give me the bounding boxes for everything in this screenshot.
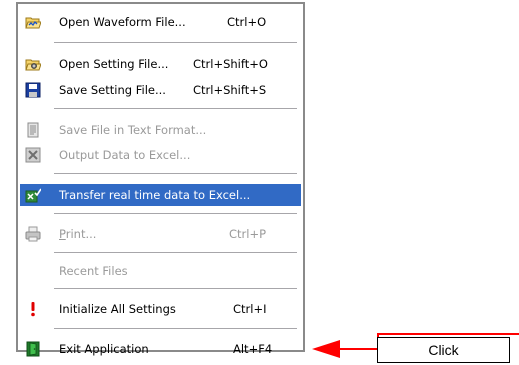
callout-arrow-graphic bbox=[312, 333, 519, 358]
click-callout-label: Click bbox=[428, 342, 459, 358]
click-callout-box: Click bbox=[377, 337, 510, 363]
